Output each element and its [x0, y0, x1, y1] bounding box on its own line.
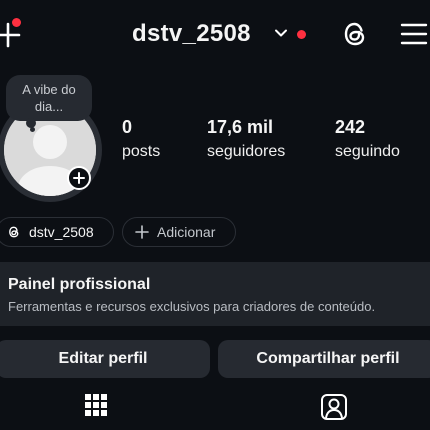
- add-story-button[interactable]: [67, 166, 91, 190]
- create-button[interactable]: [0, 18, 26, 48]
- menu-icon[interactable]: [400, 22, 428, 46]
- threads-profile-chip[interactable]: dstv_2508: [0, 217, 114, 247]
- threads-icon[interactable]: [340, 19, 370, 49]
- note-bubble[interactable]: A vibe do dia...: [6, 75, 92, 121]
- stat-value: 0: [122, 117, 133, 137]
- stat-following[interactable]: 242 seguindo: [335, 117, 400, 161]
- edit-profile-button[interactable]: Editar perfil: [0, 340, 210, 378]
- professional-dashboard-subtitle: Ferramentas e recursos exclusivos para c…: [8, 299, 376, 314]
- threads-icon: [9, 226, 19, 238]
- plus-icon: [73, 172, 85, 184]
- notification-dot: [12, 18, 21, 27]
- stat-followers[interactable]: 17,6 mil seguidores: [207, 117, 285, 161]
- share-profile-button[interactable]: Compartilhar perfil: [218, 340, 430, 378]
- professional-dashboard[interactable]: [0, 262, 430, 326]
- add-link-chip[interactable]: Adicionar: [122, 217, 236, 247]
- stat-value: 242: [335, 117, 366, 137]
- stat-label: seguidores: [207, 143, 286, 160]
- plus-icon: [135, 225, 149, 239]
- tagged-icon[interactable]: [320, 393, 348, 421]
- stat-label: seguindo: [335, 143, 400, 160]
- threads-username: dstv_2508: [29, 224, 94, 240]
- top-bar: dstv_2508: [0, 0, 430, 70]
- note-tail-dot: [30, 127, 35, 132]
- account-notification-dot: [297, 30, 306, 39]
- stat-value: 17,6 mil: [207, 117, 274, 137]
- profile-username[interactable]: dstv_2508: [132, 20, 251, 48]
- professional-dashboard-title: Painel profissional: [8, 276, 151, 293]
- chevron-down-icon[interactable]: [274, 26, 288, 40]
- add-link-label: Adicionar: [157, 224, 216, 240]
- stat-posts[interactable]: 0 posts: [122, 117, 160, 161]
- note-text: A vibe do dia...: [22, 82, 76, 114]
- stat-label: posts: [122, 143, 161, 160]
- grid-icon[interactable]: [84, 393, 108, 417]
